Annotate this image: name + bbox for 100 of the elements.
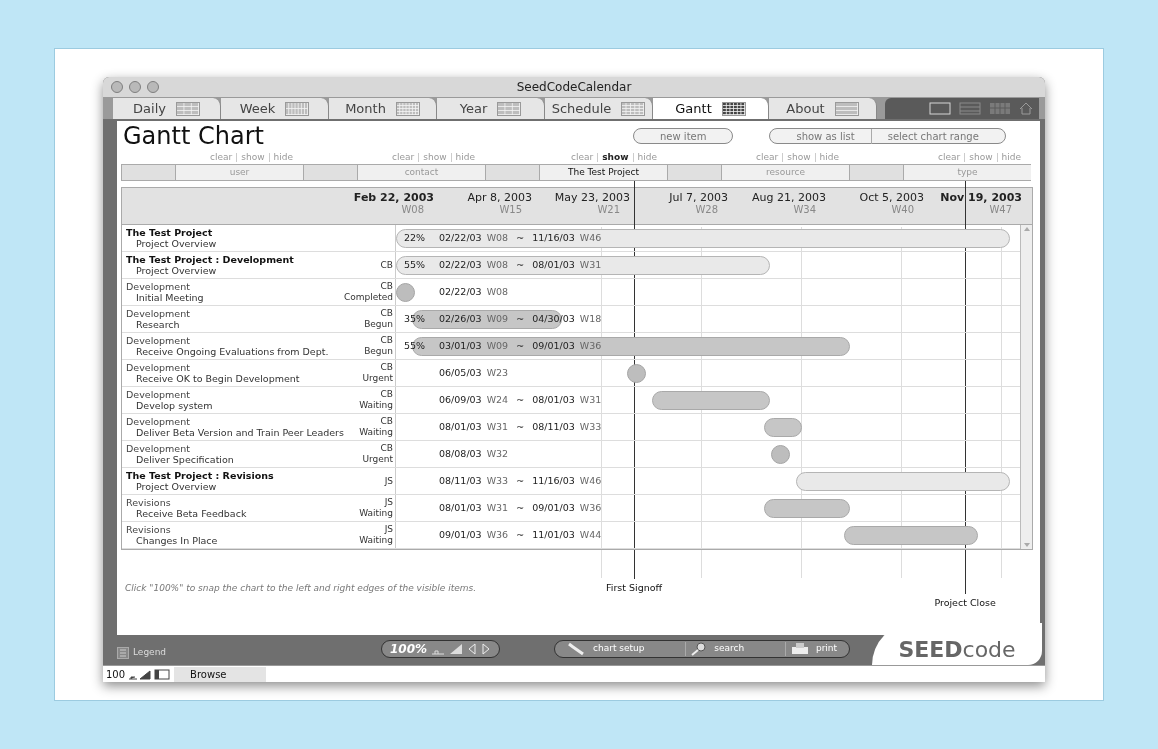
page-title: Gantt Chart <box>123 124 265 148</box>
grid-view-icon[interactable] <box>989 102 1011 115</box>
filter-link[interactable]: hide <box>450 153 479 162</box>
row-group: Development <box>126 416 344 427</box>
end-week: W18 <box>579 311 602 326</box>
timeline-date: May 23, 2003 <box>554 192 630 204</box>
row-resource: CB <box>380 308 393 319</box>
tab[interactable]: Schedule <box>545 98 653 119</box>
filter-link[interactable]: show <box>236 153 269 162</box>
filter-field[interactable]: resource <box>722 165 849 180</box>
filter-link[interactable]: show <box>964 153 997 162</box>
tab[interactable]: Daily <box>113 98 221 119</box>
filter-field[interactable]: contact <box>358 165 485 180</box>
range-separator: ~ <box>516 527 525 542</box>
action-button[interactable]: select chart range <box>870 128 995 144</box>
filter-link[interactable]: clear <box>567 153 598 162</box>
row-status: Waiting <box>359 427 393 438</box>
calendar-grid-icon <box>721 101 746 116</box>
tab[interactable]: Month <box>329 98 437 119</box>
start-week: W09 <box>486 338 509 353</box>
row-title: Research <box>135 319 181 330</box>
end-date: 08/01/03 <box>532 392 575 407</box>
tab[interactable]: Gantt <box>653 98 769 119</box>
scrollbar[interactable] <box>1020 225 1032 549</box>
scroll-down-icon[interactable] <box>1022 541 1031 549</box>
row-title: Project Overview <box>135 265 218 276</box>
window-control-button[interactable] <box>129 81 141 93</box>
tab[interactable]: Week <box>221 98 329 119</box>
start-week: W23 <box>486 365 509 380</box>
row-resource: JS <box>384 497 393 508</box>
start-date: 08/11/03 <box>439 473 482 488</box>
filter-toggle[interactable] <box>303 165 358 180</box>
footer-button[interactable]: print <box>784 642 842 656</box>
start-date: 08/01/03 <box>439 500 482 515</box>
timeline-week: W40 <box>891 204 915 216</box>
timeline-date: Nov 19, 2003 <box>940 192 1022 204</box>
percent-label: 35% <box>404 311 427 326</box>
filter-toggle[interactable] <box>667 165 722 180</box>
filter-link[interactable]: clear <box>752 153 783 162</box>
row-resource: CB <box>380 416 393 427</box>
window-control-button[interactable] <box>111 81 123 93</box>
start-week: W08 <box>486 284 509 299</box>
start-date: 08/08/03 <box>439 446 482 461</box>
row-resource: CB <box>380 389 393 400</box>
tab[interactable]: About <box>769 98 877 119</box>
end-date: 11/01/03 <box>532 527 575 542</box>
tab[interactable]: Year <box>437 98 545 119</box>
row-resource: CB <box>380 362 393 373</box>
calendar-grid-icon <box>285 101 310 116</box>
filter-link[interactable]: hide <box>632 153 661 162</box>
filter-link[interactable]: hide <box>996 153 1025 162</box>
end-week: W44 <box>579 527 602 542</box>
filter-link[interactable]: clear <box>388 153 419 162</box>
row-status: Waiting <box>359 535 393 546</box>
start-week: W24 <box>486 392 509 407</box>
next-icon[interactable] <box>481 643 492 655</box>
filter-link[interactable]: clear <box>934 153 965 162</box>
legend-icon[interactable] <box>117 647 129 659</box>
filter-field[interactable]: user <box>176 165 303 180</box>
single-view-icon[interactable] <box>929 102 951 115</box>
zoom-button[interactable]: 100% <box>390 640 428 658</box>
row-group: Development <box>126 362 344 373</box>
search-icon <box>690 642 709 656</box>
row-title: Deliver Beta Version and Train Peer Leaders <box>135 427 344 438</box>
legend-label[interactable]: Legend <box>133 646 167 660</box>
start-week: W36 <box>486 527 509 542</box>
row-status: Urgent <box>362 454 393 465</box>
filter-link[interactable]: show <box>597 153 633 162</box>
filter-link[interactable]: show <box>418 153 451 162</box>
end-week: W33 <box>579 419 602 434</box>
filter-toggle[interactable] <box>121 165 176 180</box>
mode-label: Browse <box>174 666 267 682</box>
window-control-button[interactable] <box>147 81 159 93</box>
filter-toggle[interactable] <box>485 165 540 180</box>
filter-toggle[interactable] <box>849 165 904 180</box>
percent-label: 22% <box>404 230 427 245</box>
filter-link[interactable]: clear <box>206 153 237 162</box>
start-date: 08/01/03 <box>439 419 482 434</box>
layout-icon[interactable] <box>154 668 171 680</box>
end-week: W36 <box>579 500 602 515</box>
filter-link[interactable]: show <box>782 153 815 162</box>
filter-field[interactable]: The Test Project <box>540 165 667 180</box>
previous-icon[interactable] <box>467 643 478 655</box>
action-button[interactable]: show as list <box>780 128 871 144</box>
filter-link[interactable]: hide <box>814 153 843 162</box>
list-view-icon[interactable] <box>959 102 981 115</box>
start-date: 02/22/03 <box>439 230 482 245</box>
filter-field[interactable]: type <box>904 165 1031 180</box>
range-separator: ~ <box>516 392 525 407</box>
zoom-in-icon[interactable] <box>449 643 464 655</box>
filter-link[interactable]: hide <box>268 153 297 162</box>
footer-button[interactable]: chart setup <box>563 642 649 656</box>
end-week: W46 <box>579 473 602 488</box>
row-resource: JS <box>384 524 393 535</box>
end-date: 04/30/03 <box>532 311 575 326</box>
home-icon[interactable] <box>1019 102 1033 115</box>
action-button[interactable]: new item <box>644 128 723 144</box>
row-title: Develop system <box>135 400 214 411</box>
end-date: 11/16/03 <box>532 230 575 245</box>
footer-button[interactable]: search <box>685 642 749 656</box>
